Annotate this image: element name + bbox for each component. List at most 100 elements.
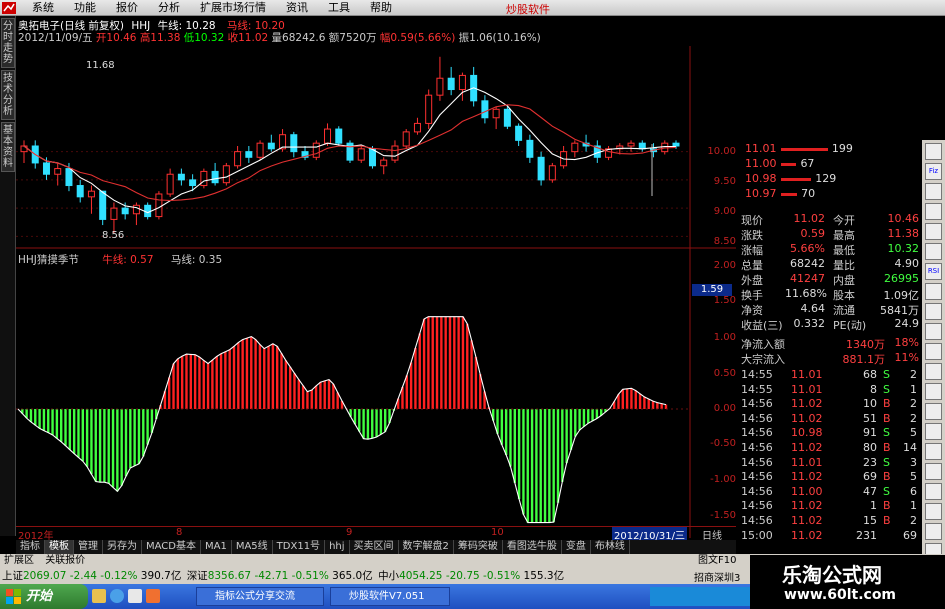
candle: [144, 202, 152, 220]
menu-analysis[interactable]: 分析: [148, 1, 190, 15]
toolbar-button-icon[interactable]: [925, 503, 942, 520]
osc-tick: 0.00: [713, 403, 736, 414]
toolbar-button-icon[interactable]: [925, 143, 942, 160]
tick-row: 14:56 11.02 51 B 2: [741, 411, 917, 425]
tab-related-quotes[interactable]: 关联报价: [41, 555, 89, 566]
task-forum[interactable]: 指标公式分享交流: [196, 587, 324, 606]
menu-news[interactable]: 资讯: [276, 1, 318, 15]
toolbar-button-icon[interactable]: [925, 243, 942, 260]
indicator-tab[interactable]: 数字解盘2: [399, 540, 454, 554]
quick-launch-icon[interactable]: [92, 589, 106, 603]
toolbar-button-icon[interactable]: [925, 463, 942, 480]
candle: [638, 140, 646, 152]
candle: [110, 202, 118, 233]
tab-f10[interactable]: 图文F10: [694, 554, 740, 568]
low-price-label: 8.56: [102, 230, 125, 241]
indicator-tab[interactable]: 管理: [74, 540, 103, 554]
quote-row: 净资 4.64 流通 5841万: [741, 302, 919, 317]
quick-launch-icon[interactable]: [146, 589, 160, 603]
tab-fundamentals[interactable]: 基本资料: [1, 122, 15, 172]
start-button[interactable]: 开始: [0, 584, 88, 609]
candle: [413, 117, 421, 135]
candle: [391, 140, 399, 163]
indicator-tab[interactable]: TDX11号: [273, 540, 326, 554]
osc-tick: 1.50: [713, 295, 736, 306]
candle: [425, 89, 433, 130]
menu-system[interactable]: 系统: [22, 1, 64, 15]
indicator-tab[interactable]: 指标: [16, 540, 45, 554]
candle: [481, 95, 489, 124]
menu-ext-market[interactable]: 扩展市场行情: [190, 1, 276, 15]
toolbar-button-icon[interactable]: [925, 483, 942, 500]
candle: [605, 146, 613, 161]
toolbar-button-icon[interactable]: [925, 423, 942, 440]
toolbar-button-icon[interactable]: [925, 203, 942, 220]
osc-tick: -0.50: [710, 438, 736, 449]
tick-row: 14:56 11.02 10 B 2: [741, 397, 917, 411]
indicator-tab[interactable]: 变盘: [562, 540, 591, 554]
candle: [436, 56, 444, 101]
osc-tick: 0.50: [713, 368, 736, 379]
candle: [335, 126, 343, 146]
index-quote: 上证2069.07 -2.44 -0.12% 390.7亿: [2, 570, 182, 582]
toolbar-button-icon[interactable]: [925, 523, 942, 540]
osc-tick: -1.50: [710, 510, 736, 521]
candle: [177, 168, 185, 186]
watermark: 乐淘公式网 www.60lt.com: [750, 555, 945, 609]
toolbar-button-icon[interactable]: [925, 283, 942, 300]
toolbar-button-icon[interactable]: [925, 383, 942, 400]
indicator-tab[interactable]: 另存为: [103, 540, 142, 554]
menu-help[interactable]: 帮助: [360, 1, 402, 15]
candle: [324, 123, 332, 146]
candle: [627, 140, 635, 152]
tick-row: 14:55 11.01 8 S 1: [741, 382, 917, 396]
quick-launch-icon[interactable]: [110, 589, 124, 603]
index-quote: 深证8356.67 -42.71 -0.51% 365.0亿: [186, 570, 373, 582]
toolbar-button-icon[interactable]: [925, 223, 942, 240]
indicator-tab[interactable]: 筹码突破: [454, 540, 503, 554]
watermark-url: www.60lt.com: [784, 587, 897, 603]
quote-row: 外盘 41247 内盘 26995: [741, 272, 919, 287]
toolbar-button-icon[interactable]: Fiz: [925, 163, 942, 180]
price-tick: 8.50: [713, 236, 736, 247]
menu-tools[interactable]: 工具: [318, 1, 360, 15]
indicator-tab[interactable]: 布林线: [591, 540, 630, 554]
quick-launch-icon[interactable]: [128, 589, 142, 603]
tab-ext-area[interactable]: 扩展区: [0, 555, 38, 566]
candle: [548, 162, 556, 183]
chart-area[interactable]: 奥拓电子(日线 前复权) HHJ 牛线: 10.28 马线: 10.20 201…: [16, 16, 736, 542]
osc-niu-label: 牛线:: [102, 254, 127, 266]
order-book-row: 11.01 199: [745, 142, 853, 155]
osc-tick: 1.00: [713, 332, 736, 343]
toolbar-button-icon[interactable]: [925, 443, 942, 460]
indicator-tabs: 指标 模板 管理 另存为 MACD基本 MA1 MA5线 TDX11号 hhj 买卖区间 数字解盘2…: [16, 540, 736, 554]
indicator-tab[interactable]: 看图选牛股: [503, 540, 562, 554]
indicator-tab[interactable]: 买卖区间: [350, 540, 399, 554]
candle: [234, 146, 242, 169]
indicator-tab[interactable]: 模板: [45, 540, 74, 554]
tab-technical[interactable]: 技术分析: [1, 70, 15, 120]
menu-function[interactable]: 功能: [64, 1, 106, 15]
menu-quote[interactable]: 报价: [106, 1, 148, 15]
candle: [54, 162, 62, 186]
tab-intraday[interactable]: 分时走势: [1, 18, 15, 68]
quote-row: 现价 11.02 今开 10.46: [741, 212, 919, 227]
indicator-tab[interactable]: MACD基本: [142, 540, 201, 554]
indicator-tab[interactable]: MA5线: [232, 540, 273, 554]
broker-label[interactable]: 招商深圳3: [694, 569, 750, 584]
task-stock-software[interactable]: 炒股软件V7.051: [330, 587, 450, 606]
indicator-tab[interactable]: MA1: [201, 540, 232, 554]
candle: [447, 66, 455, 96]
toolbar-button-icon[interactable]: [925, 343, 942, 360]
indicator-tab[interactable]: hhj: [325, 540, 350, 554]
order-book-row: 10.97 70: [745, 187, 816, 200]
start-label: 开始: [26, 589, 53, 604]
toolbar-button-icon[interactable]: RSI: [925, 263, 942, 280]
toolbar-button-icon[interactable]: [925, 403, 942, 420]
candle: [20, 140, 28, 163]
toolbar-button-icon[interactable]: [925, 183, 942, 200]
toolbar-button-icon[interactable]: [925, 363, 942, 380]
toolbar-button-icon[interactable]: [925, 323, 942, 340]
toolbar-button-icon[interactable]: [925, 303, 942, 320]
candle: [290, 131, 298, 158]
